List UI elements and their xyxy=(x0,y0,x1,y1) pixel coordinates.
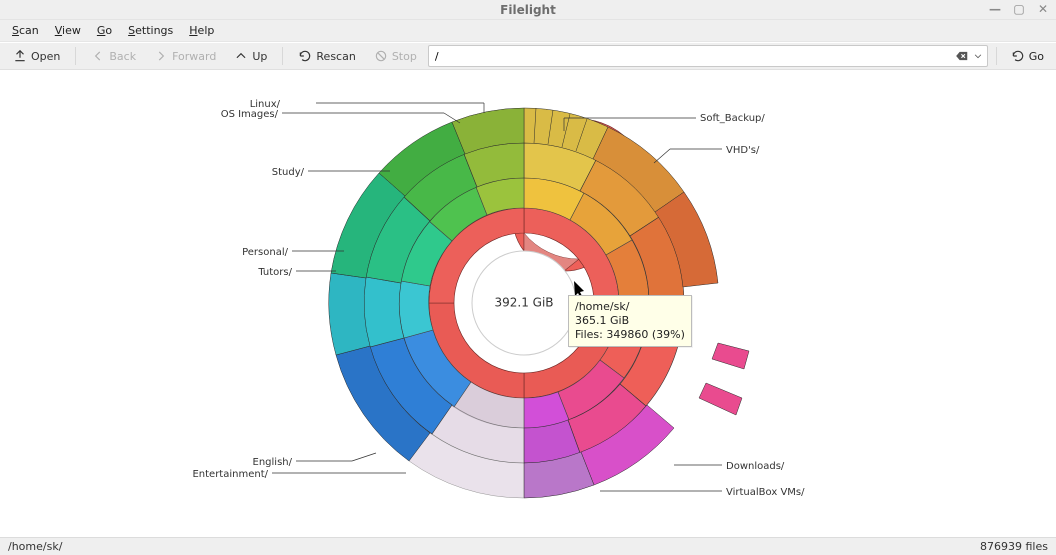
label-soft-backup: Soft_Backup/ xyxy=(700,113,765,124)
toolbar: Open Back Forward Up Rescan Stop xyxy=(0,42,1056,70)
refresh-icon xyxy=(298,49,312,63)
label-vhds: VHD's/ xyxy=(726,145,760,156)
label-virtualbox-vms: VirtualBox VMs/ xyxy=(726,487,805,498)
stop-icon xyxy=(374,49,388,63)
tooltip-path: /home/sk/ xyxy=(575,300,685,314)
status-path: /home/sk/ xyxy=(8,540,62,553)
label-english: English/ xyxy=(253,457,293,468)
go-icon xyxy=(1011,49,1025,63)
status-bar: /home/sk/ 876939 files xyxy=(0,537,1056,555)
close-button[interactable]: ✕ xyxy=(1036,2,1050,16)
seg-cyan[interactable] xyxy=(399,281,433,338)
label-downloads: Downloads/ xyxy=(726,461,785,472)
label-study: Study/ xyxy=(272,167,305,178)
tooltip-size: 365.1 GiB xyxy=(575,314,685,328)
chevron-right-icon xyxy=(154,49,168,63)
r4-i[interactable] xyxy=(364,277,404,347)
up-label: Up xyxy=(252,50,267,63)
status-files: 876939 files xyxy=(980,540,1048,553)
go-button[interactable]: Go xyxy=(1005,47,1050,65)
forward-button[interactable]: Forward xyxy=(147,46,223,66)
rescan-label: Rescan xyxy=(316,50,355,63)
open-label: Open xyxy=(31,50,60,63)
sunburst-canvas[interactable]: 392.1 GiB xyxy=(0,70,1056,537)
app-title: Filelight xyxy=(500,3,556,17)
menu-settings[interactable]: Settings xyxy=(122,22,179,39)
maximize-button[interactable]: ▢ xyxy=(1012,2,1026,16)
forward-label: Forward xyxy=(172,50,216,63)
label-tutors: Tutors/ xyxy=(257,267,292,278)
stop-button[interactable]: Stop xyxy=(367,46,424,66)
r5-i[interactable] xyxy=(329,273,370,355)
location-input[interactable] xyxy=(433,49,951,64)
chevron-up-icon xyxy=(234,49,248,63)
spike-2[interactable] xyxy=(699,383,742,415)
chevron-left-icon xyxy=(91,49,105,63)
separator xyxy=(75,47,76,65)
label-personal: Personal/ xyxy=(242,247,289,258)
location-dropdown[interactable] xyxy=(973,51,983,61)
stop-label: Stop xyxy=(392,50,417,63)
chevron-down-icon xyxy=(973,51,983,61)
menu-go[interactable]: Go xyxy=(91,22,118,39)
label-os-images: OS Images/ xyxy=(221,109,279,120)
up-button[interactable]: Up xyxy=(227,46,274,66)
label-entertainment: Entertainment/ xyxy=(192,469,268,480)
tooltip-files: Files: 349860 (39%) xyxy=(575,328,685,342)
hover-tooltip: /home/sk/ 365.1 GiB Files: 349860 (39%) xyxy=(568,295,692,347)
app-window: Filelight — ▢ ✕ Scan View Go Settings He… xyxy=(0,0,1056,555)
center-size: 392.1 GiB xyxy=(494,296,553,310)
back-button[interactable]: Back xyxy=(84,46,143,66)
menu-help[interactable]: Help xyxy=(183,22,220,39)
separator xyxy=(282,47,283,65)
menu-scan[interactable]: Scan xyxy=(6,22,45,39)
separator xyxy=(996,47,997,65)
window-controls: — ▢ ✕ xyxy=(988,2,1050,16)
go-label: Go xyxy=(1029,50,1044,63)
titlebar: Filelight — ▢ ✕ xyxy=(0,0,1056,20)
back-label: Back xyxy=(109,50,136,63)
rescan-button[interactable]: Rescan xyxy=(291,46,362,66)
clear-location-button[interactable] xyxy=(955,49,969,63)
spike-1[interactable] xyxy=(712,343,749,369)
sunburst-chart[interactable]: 392.1 GiB xyxy=(0,71,1056,537)
open-icon xyxy=(13,49,27,63)
menu-view[interactable]: View xyxy=(49,22,87,39)
backspace-icon xyxy=(955,49,969,63)
open-button[interactable]: Open xyxy=(6,46,67,66)
location-bar[interactable] xyxy=(428,45,988,67)
minimize-button[interactable]: — xyxy=(988,2,1002,16)
menubar: Scan View Go Settings Help xyxy=(0,20,1056,42)
